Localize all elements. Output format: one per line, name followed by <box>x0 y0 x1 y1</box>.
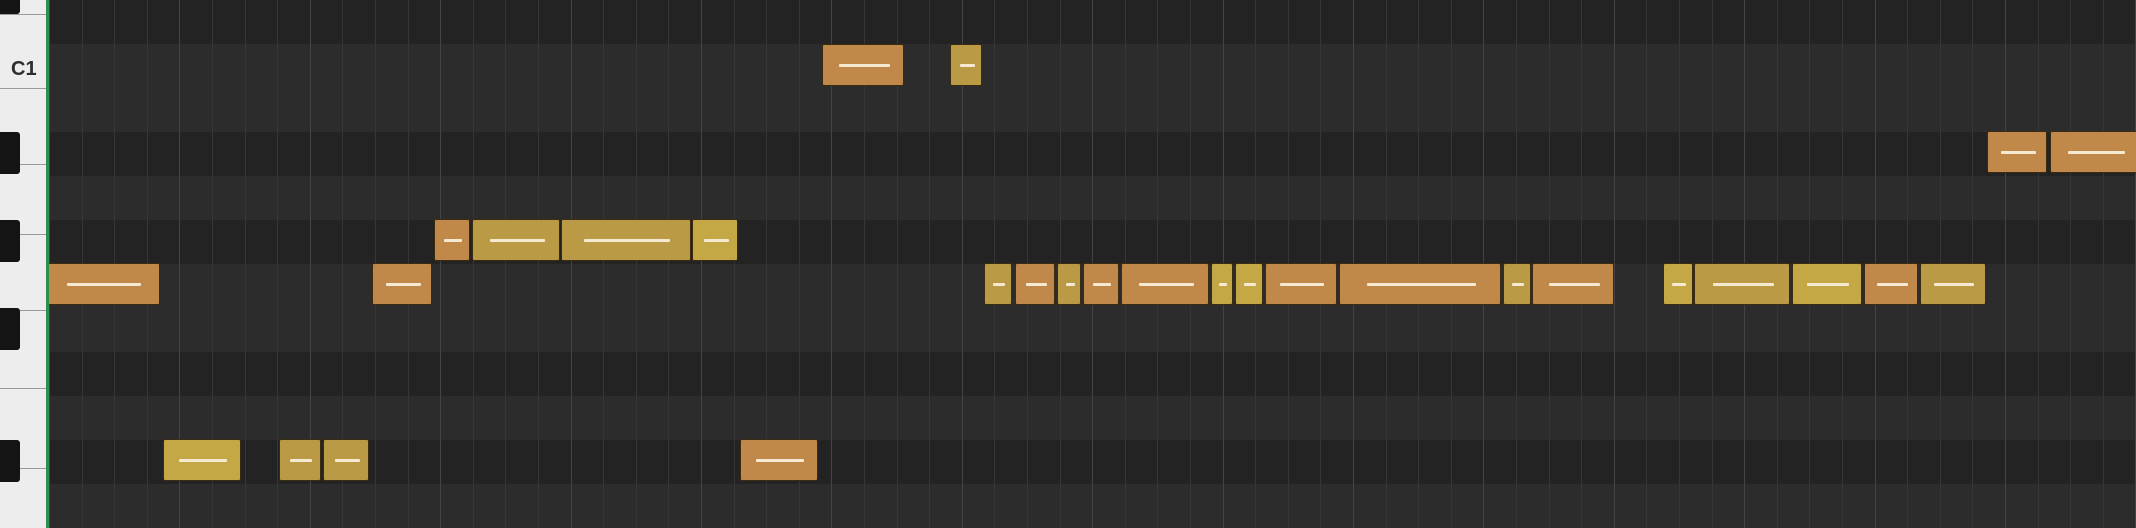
velocity-indicator <box>490 239 545 242</box>
velocity-indicator <box>1713 283 1774 286</box>
velocity-indicator <box>1672 283 1686 286</box>
velocity-indicator <box>1244 283 1256 286</box>
velocity-indicator <box>960 64 975 67</box>
midi-note[interactable] <box>1532 263 1614 305</box>
velocity-indicator <box>67 283 141 286</box>
midi-note[interactable] <box>1694 263 1790 305</box>
beat-gridline <box>1646 0 1647 528</box>
midi-note[interactable] <box>1083 263 1119 305</box>
velocity-indicator <box>1066 283 1075 286</box>
octave-label-c1: C1 <box>11 58 37 80</box>
piano-keyboard[interactable]: C1 <box>0 0 46 528</box>
velocity-indicator <box>335 459 360 462</box>
velocity-indicator <box>993 283 1005 286</box>
midi-note[interactable] <box>323 439 369 481</box>
beat-gridline <box>473 0 474 528</box>
midi-note[interactable] <box>372 263 432 305</box>
piano-roll-editor: C1 <box>0 0 2136 528</box>
midi-note[interactable] <box>1235 263 1263 305</box>
velocity-indicator <box>1280 283 1324 286</box>
beat-gridline <box>603 0 604 528</box>
beat-gridline <box>734 0 735 528</box>
midi-note[interactable] <box>1987 131 2047 173</box>
beat-gridline <box>2070 0 2071 528</box>
black-key[interactable] <box>0 0 20 14</box>
midi-note[interactable] <box>1792 263 1862 305</box>
velocity-indicator <box>1026 283 1047 286</box>
midi-note[interactable] <box>1211 263 1233 305</box>
midi-note[interactable] <box>1057 263 1081 305</box>
white-key-divider <box>0 388 46 389</box>
beat-gridline <box>636 0 637 528</box>
velocity-indicator <box>386 283 421 286</box>
midi-note[interactable] <box>692 219 738 261</box>
beat-gridline <box>440 0 441 528</box>
velocity-indicator <box>1139 283 1194 286</box>
beat-gridline <box>2103 0 2104 528</box>
beat-gridline <box>701 0 702 528</box>
midi-note[interactable] <box>1265 263 1337 305</box>
white-key-divider <box>0 88 46 89</box>
midi-note[interactable] <box>1920 263 1986 305</box>
velocity-indicator <box>2068 151 2125 154</box>
velocity-indicator <box>1549 283 1600 286</box>
midi-note[interactable] <box>472 219 560 261</box>
black-key[interactable] <box>0 220 20 262</box>
velocity-indicator <box>1512 283 1524 286</box>
velocity-indicator <box>584 239 670 242</box>
midi-note[interactable] <box>434 219 470 261</box>
beat-gridline <box>505 0 506 528</box>
midi-note[interactable] <box>1503 263 1531 305</box>
note-grid[interactable] <box>49 0 2136 528</box>
beat-gridline <box>2038 0 2039 528</box>
beat-gridline <box>929 0 930 528</box>
midi-note[interactable] <box>1121 263 1209 305</box>
velocity-indicator <box>290 459 312 462</box>
midi-note[interactable] <box>2050 131 2136 173</box>
midi-note[interactable] <box>163 439 241 481</box>
midi-note[interactable] <box>984 263 1012 305</box>
midi-note[interactable] <box>822 44 904 86</box>
beat-gridline <box>1614 0 1615 528</box>
velocity-indicator <box>756 459 804 462</box>
midi-note[interactable] <box>950 44 982 86</box>
velocity-indicator <box>1807 283 1849 286</box>
midi-note[interactable] <box>49 263 160 305</box>
beat-gridline <box>668 0 669 528</box>
midi-note[interactable] <box>740 439 818 481</box>
black-key[interactable] <box>0 440 20 482</box>
midi-note[interactable] <box>279 439 321 481</box>
midi-note[interactable] <box>1339 263 1501 305</box>
midi-note[interactable] <box>1015 263 1055 305</box>
velocity-indicator <box>1877 283 1908 286</box>
beat-gridline <box>277 0 278 528</box>
velocity-indicator <box>179 459 227 462</box>
black-key[interactable] <box>0 308 20 350</box>
beat-gridline <box>2005 0 2006 528</box>
white-key-divider <box>0 14 46 15</box>
velocity-indicator <box>1934 283 1974 286</box>
beat-gridline <box>571 0 572 528</box>
velocity-indicator <box>2001 151 2036 154</box>
beat-gridline <box>245 0 246 528</box>
black-key[interactable] <box>0 132 20 174</box>
beat-gridline <box>538 0 539 528</box>
velocity-indicator <box>704 239 729 242</box>
velocity-indicator <box>1093 283 1111 286</box>
velocity-indicator <box>1367 283 1476 286</box>
velocity-indicator <box>839 64 890 67</box>
velocity-indicator <box>444 239 462 242</box>
velocity-indicator <box>1219 283 1227 286</box>
midi-note[interactable] <box>561 219 691 261</box>
midi-note[interactable] <box>1663 263 1693 305</box>
midi-note[interactable] <box>1864 263 1918 305</box>
